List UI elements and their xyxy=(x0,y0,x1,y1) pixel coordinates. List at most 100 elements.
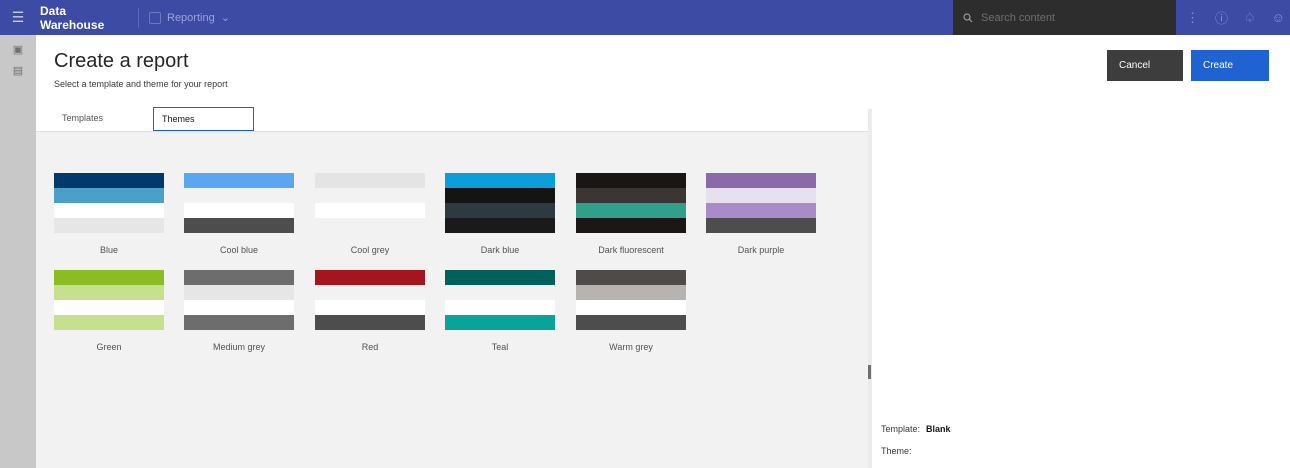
theme-label: Blue xyxy=(99,245,118,255)
swatch-band-1 xyxy=(576,173,686,188)
theme-label: Dark blue xyxy=(480,245,520,255)
main-content: Create a report Select a template and th… xyxy=(36,35,1290,468)
swatch-band-4 xyxy=(576,218,686,233)
swatch-band-3 xyxy=(315,203,425,218)
theme-label: Cool blue xyxy=(219,245,259,255)
theme-card-cool-blue[interactable]: Cool blue xyxy=(184,173,294,255)
search-input[interactable] xyxy=(981,11,1161,24)
swatch-band-1 xyxy=(445,270,555,285)
page-title: Create a report xyxy=(54,50,189,72)
swatch-band-1 xyxy=(54,173,164,188)
cancel-button[interactable]: Cancel xyxy=(1107,50,1183,81)
template-value: Blank xyxy=(926,424,951,434)
theme-swatch xyxy=(445,270,555,330)
left-rail: ▣ ▤ xyxy=(0,35,36,468)
swatch-band-1 xyxy=(315,270,425,285)
theme-card-blue[interactable]: Blue xyxy=(54,173,164,255)
swatch-band-2 xyxy=(184,285,294,300)
theme-card-cool-grey[interactable]: Cool grey xyxy=(315,173,425,255)
theme-label: Medium grey xyxy=(212,342,266,352)
swatch-band-4 xyxy=(315,315,425,330)
swatch-band-2 xyxy=(184,188,294,203)
theme-card-dark-blue[interactable]: Dark blue xyxy=(445,173,555,255)
theme-card-dark-fluorescent[interactable]: Dark fluorescent xyxy=(576,173,686,255)
swatch-band-3 xyxy=(576,203,686,218)
theme-swatch xyxy=(184,173,294,233)
theme-swatch xyxy=(54,270,164,330)
more-icon[interactable]: ⋮ xyxy=(1186,10,1199,26)
swatch-band-2 xyxy=(576,285,686,300)
swatch-band-3 xyxy=(706,203,816,218)
help-icon[interactable]: ⓘ xyxy=(1215,8,1228,27)
resize-handle[interactable] xyxy=(868,365,871,379)
swatch-band-1 xyxy=(445,173,555,188)
panel-toggle-icon[interactable]: ▣ xyxy=(12,45,24,56)
tab-templates[interactable]: Templates xyxy=(54,107,114,131)
theme-swatch xyxy=(184,270,294,330)
swatch-band-2 xyxy=(576,188,686,203)
swatch-band-1 xyxy=(576,270,686,285)
swatch-band-1 xyxy=(706,173,816,188)
swatch-band-2 xyxy=(315,188,425,203)
reporting-menu[interactable]: Reporting ⌄ xyxy=(149,11,230,24)
search-icon xyxy=(963,12,973,22)
swatch-band-3 xyxy=(184,300,294,315)
tab-bar: Templates Themes xyxy=(36,107,868,133)
theme-summary: Theme: xyxy=(881,446,918,456)
theme-label: Teal xyxy=(491,342,509,352)
theme-swatch xyxy=(315,270,425,330)
top-bar: ☰ Data Warehouse Reporting ⌄ ⋮ ⓘ ♤ ☺ xyxy=(0,0,1290,35)
theme-card-teal[interactable]: Teal xyxy=(445,270,555,352)
swatch-band-3 xyxy=(184,203,294,218)
swatch-band-4 xyxy=(576,315,686,330)
swatch-band-4 xyxy=(445,315,555,330)
chevron-down-icon: ⌄ xyxy=(220,12,230,24)
theme-summary-label: Theme: xyxy=(881,446,912,456)
swatch-band-3 xyxy=(54,203,164,218)
reporting-label: Reporting xyxy=(167,11,215,24)
topbar-divider xyxy=(138,7,139,28)
theme-card-red[interactable]: Red xyxy=(315,270,425,352)
swatch-band-2 xyxy=(706,188,816,203)
swatch-band-4 xyxy=(706,218,816,233)
theme-card-medium-grey[interactable]: Medium grey xyxy=(184,270,294,352)
swatch-band-2 xyxy=(445,285,555,300)
theme-label: Green xyxy=(96,342,122,352)
swatch-band-4 xyxy=(54,315,164,330)
swatch-band-1 xyxy=(54,270,164,285)
panel-divider xyxy=(868,109,872,468)
swatch-band-2 xyxy=(445,188,555,203)
swatch-band-1 xyxy=(184,173,294,188)
page-subtitle: Select a template and theme for your rep… xyxy=(54,79,228,89)
notification-icon[interactable]: ♤ xyxy=(1244,10,1256,26)
user-icon[interactable]: ☺ xyxy=(1272,10,1285,25)
theme-swatch xyxy=(445,173,555,233)
hamburger-icon[interactable]: ☰ xyxy=(0,0,36,35)
theme-swatch xyxy=(315,173,425,233)
reporting-icon xyxy=(149,11,161,24)
create-button[interactable]: Create xyxy=(1191,50,1269,81)
theme-label: Dark purple xyxy=(737,245,785,255)
theme-gallery: Blue Cool blue Cool grey Dark blue Dark … xyxy=(36,132,868,468)
template-summary: Template: Blank xyxy=(881,424,951,434)
swatch-band-1 xyxy=(315,173,425,188)
theme-card-green[interactable]: Green xyxy=(54,270,164,352)
clipboard-icon[interactable]: ▤ xyxy=(12,66,24,77)
swatch-band-3 xyxy=(54,300,164,315)
search-box[interactable] xyxy=(953,0,1176,35)
swatch-band-3 xyxy=(315,300,425,315)
topbar-icons: ⋮ ⓘ ♤ ☺ xyxy=(1176,0,1285,35)
theme-swatch xyxy=(706,173,816,233)
swatch-band-3 xyxy=(445,300,555,315)
tab-themes[interactable]: Themes xyxy=(153,107,254,131)
swatch-band-4 xyxy=(54,218,164,233)
theme-swatch xyxy=(576,173,686,233)
app-title[interactable]: Data Warehouse xyxy=(36,4,128,32)
swatch-band-3 xyxy=(576,300,686,315)
theme-card-dark-purple[interactable]: Dark purple xyxy=(706,173,816,255)
swatch-band-4 xyxy=(184,218,294,233)
theme-card-warm-grey[interactable]: Warm grey xyxy=(576,270,686,352)
swatch-band-2 xyxy=(315,285,425,300)
swatch-band-4 xyxy=(315,218,425,233)
theme-swatch xyxy=(54,173,164,233)
